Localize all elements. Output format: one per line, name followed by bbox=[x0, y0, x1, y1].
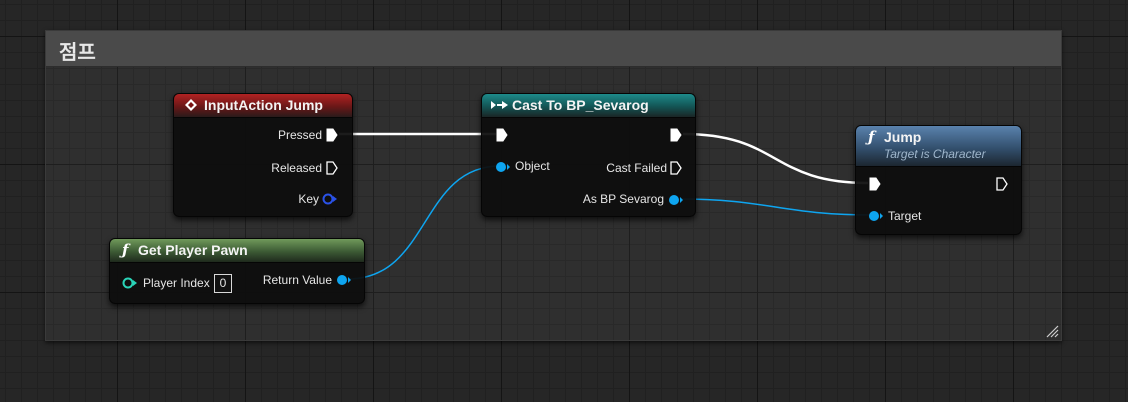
object-pin-as-bp-sevarog[interactable] bbox=[668, 194, 684, 206]
exec-pin-cast-out[interactable] bbox=[670, 128, 682, 142]
node-inputaction-jump[interactable]: InputAction Jump Pressed Released Key bbox=[173, 93, 353, 217]
int-pin-player-index[interactable] bbox=[122, 277, 138, 289]
node-header: ƒ Get Player Pawn bbox=[110, 239, 364, 263]
pin-label-key: Key bbox=[298, 192, 319, 206]
node-subtitle: Target is Character bbox=[884, 147, 986, 161]
node-header: Cast To BP_Sevarog bbox=[482, 94, 695, 118]
object-wire-pawn-to-cast bbox=[347, 165, 501, 280]
object-pin-object[interactable] bbox=[495, 161, 511, 173]
exec-pin-released[interactable] bbox=[326, 161, 338, 175]
pin-label-cast-failed: Cast Failed bbox=[606, 161, 667, 175]
cast-arrows-icon bbox=[491, 101, 508, 109]
exec-wire-cast-to-jump bbox=[682, 132, 869, 185]
pin-label-released: Released bbox=[271, 161, 322, 175]
exec-pin-jump-in[interactable] bbox=[869, 177, 881, 191]
object-pin-target[interactable] bbox=[868, 210, 884, 222]
node-title: Get Player Pawn bbox=[138, 242, 248, 258]
exec-pin-pressed[interactable] bbox=[326, 128, 338, 142]
node-get-player-pawn[interactable]: ƒ Get Player Pawn Player Index 0 Return … bbox=[109, 238, 365, 304]
function-f-icon: ƒ bbox=[868, 128, 875, 146]
exec-pin-cast-failed[interactable] bbox=[670, 161, 682, 175]
object-wire-cast-to-jump-target bbox=[678, 198, 875, 216]
pin-label-return-value: Return Value bbox=[262, 273, 332, 287]
node-header: InputAction Jump bbox=[174, 94, 352, 118]
node-title: InputAction Jump bbox=[204, 97, 323, 113]
player-index-input[interactable]: 0 bbox=[214, 274, 232, 293]
pin-label-object: Object bbox=[515, 159, 550, 173]
node-title: Jump bbox=[884, 129, 922, 145]
node-cast-to-bp-sevarog[interactable]: Cast To BP_Sevarog Object Cast Failed As… bbox=[481, 93, 696, 217]
node-header: ƒ Jump Target is Character bbox=[856, 126, 1021, 167]
pin-label-player-index: Player Index bbox=[143, 276, 210, 290]
diamond-event-icon bbox=[185, 99, 197, 111]
struct-pin-key[interactable] bbox=[322, 193, 338, 205]
function-f-icon: ƒ bbox=[122, 241, 129, 259]
pin-label-as-bp-sevarog: As BP Sevarog bbox=[582, 192, 664, 206]
pin-label-pressed: Pressed bbox=[277, 128, 322, 142]
node-title: Cast To BP_Sevarog bbox=[512, 97, 649, 113]
node-jump[interactable]: ƒ Jump Target is Character Target bbox=[855, 125, 1022, 235]
exec-pin-jump-out[interactable] bbox=[996, 177, 1008, 191]
pin-label-target: Target bbox=[888, 209, 922, 223]
object-pin-return-value[interactable] bbox=[336, 274, 352, 286]
exec-pin-cast-in[interactable] bbox=[496, 128, 508, 142]
